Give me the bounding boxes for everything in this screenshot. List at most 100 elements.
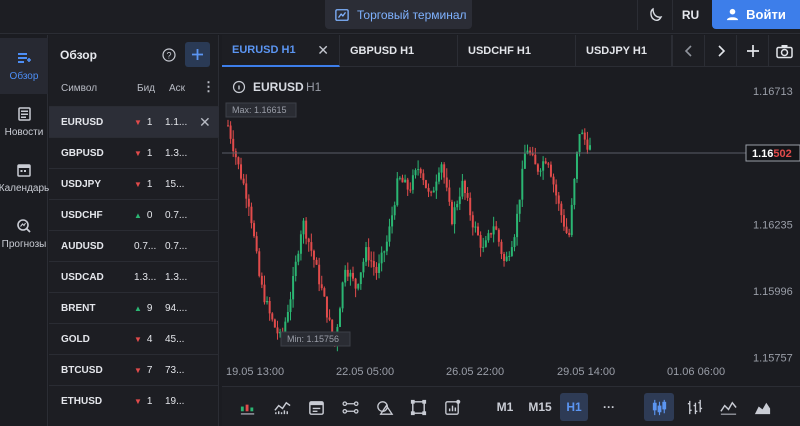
- trend-line-button[interactable]: [336, 393, 364, 421]
- candle-body: [357, 284, 360, 289]
- candle-body: [401, 177, 404, 183]
- login-button[interactable]: Войти: [712, 0, 800, 29]
- candle-body: [581, 132, 584, 135]
- y-axis-tick: 1.16713: [753, 86, 793, 98]
- shapes-button[interactable]: [370, 393, 398, 421]
- watchlist-row-usdjpy[interactable]: USDJPY ▼ 1 15...: [49, 168, 219, 199]
- candle-body: [539, 170, 542, 172]
- watchlist-row-gold[interactable]: GOLD ▼ 4 45...: [49, 323, 219, 354]
- candle-body: [445, 177, 448, 188]
- ask-value: 1.3...: [165, 148, 188, 159]
- down-arrow-icon: ▼: [134, 335, 142, 344]
- tab-usdchf-h1[interactable]: USDCHF H1: [458, 35, 576, 67]
- tab-label: EURUSD H1: [232, 44, 296, 56]
- timeframe-h1[interactable]: H1: [560, 393, 588, 421]
- remove-icon[interactable]: ✕: [199, 114, 211, 131]
- tab-eurusd-h1[interactable]: EURUSD H1 ✕: [222, 35, 340, 67]
- volume-button[interactable]: [234, 393, 262, 421]
- candle-body: [388, 226, 391, 242]
- candle-body: [477, 226, 480, 236]
- candle-body: [372, 261, 375, 267]
- add-chart-button[interactable]: [736, 35, 768, 67]
- candle-body: [411, 175, 414, 190]
- candle-body: [430, 191, 433, 193]
- candle-body: [229, 125, 232, 139]
- candle-body: [370, 260, 373, 262]
- bid-text: 0: [146, 210, 153, 221]
- symbol-name: BTCUSD: [61, 365, 103, 376]
- candle-body: [513, 237, 516, 248]
- ask-value: 1.3...: [165, 272, 188, 283]
- trading-terminal-button[interactable]: Торговый терминал: [325, 0, 472, 29]
- add-symbol-button[interactable]: [185, 42, 210, 67]
- timeframe-m1[interactable]: M1: [492, 393, 518, 421]
- watchlist-row-usdcad[interactable]: USDCAD 1.3... 1.3...: [49, 261, 219, 292]
- more-vertical-icon[interactable]: ⋮: [202, 79, 215, 95]
- area-chart-type-button[interactable]: [748, 393, 776, 421]
- bid-value: ▼ 1: [134, 148, 152, 159]
- language-button[interactable]: RU: [672, 0, 708, 30]
- more-timeframes-button[interactable]: ···: [596, 393, 622, 421]
- chart-settings-button[interactable]: [438, 393, 466, 421]
- indicators-button[interactable]: [268, 393, 296, 421]
- watchlist-row-audusd[interactable]: AUDUSD 0.7... 0.7...: [49, 230, 219, 261]
- tab-usdjpy-h1[interactable]: USDJPY H1: [576, 35, 672, 67]
- candle-body: [487, 233, 490, 241]
- candle-body: [552, 176, 555, 185]
- current-price-tail: 502: [773, 148, 791, 160]
- calendar-events-button[interactable]: [302, 393, 330, 421]
- candle-body: [440, 164, 443, 173]
- down-arrow-icon: ▼: [134, 149, 142, 158]
- candle-body: [240, 164, 243, 179]
- timeframe-m15[interactable]: M15: [524, 393, 556, 421]
- watchlist-row-btcusd[interactable]: BTCUSD ▼ 7 73...: [49, 354, 219, 385]
- watchlist-row-gbpusd[interactable]: GBPUSD ▼ 1 1.3...: [49, 137, 219, 168]
- nav-item-calendar[interactable]: Календарь: [0, 150, 49, 206]
- candle-body: [422, 173, 425, 181]
- ask-value: 15...: [165, 179, 185, 190]
- chart-window-icon: [335, 8, 349, 21]
- line-chart-type-button[interactable]: [714, 393, 742, 421]
- nav-item-forecasts[interactable]: Прогнозы: [0, 206, 48, 262]
- theme-toggle-button[interactable]: [637, 0, 671, 30]
- candle-body: [406, 179, 409, 190]
- nav-item-news[interactable]: Новости: [0, 94, 48, 150]
- candle-body: [258, 251, 261, 276]
- candle-body: [503, 253, 506, 261]
- watchlist-row-ethusd[interactable]: ETHUSD ▼ 1 19...: [49, 385, 219, 416]
- candlestick-chart[interactable]: EURUSD H1 Max: 1.16615 Min: 1.15756 1.16…: [222, 68, 800, 386]
- ask-value: 19...: [165, 396, 185, 407]
- candle-body: [245, 183, 248, 199]
- nav-item-overview[interactable]: Обзор: [0, 38, 48, 94]
- ask-value: 0.7...: [165, 241, 188, 252]
- down-arrow-icon: ▼: [134, 118, 142, 127]
- watchlist-row-brent[interactable]: BRENT ▲ 9 94....: [49, 292, 219, 323]
- candle-body: [234, 151, 237, 158]
- plus-icon: [192, 49, 203, 60]
- candle-body: [414, 170, 417, 176]
- shapes-icon: [376, 400, 393, 415]
- tab-gbpusd-h1[interactable]: GBPUSD H1: [340, 35, 458, 67]
- candle-body: [315, 259, 318, 265]
- tabs-next-button[interactable]: [704, 35, 736, 67]
- help-icon[interactable]: ?: [162, 48, 176, 62]
- left-navigation: Обзор Новости Календарь Прогнозы: [0, 35, 49, 426]
- candle-body: [320, 284, 323, 289]
- tab-label: GBPUSD H1: [350, 45, 415, 57]
- candle-body: [250, 206, 253, 224]
- column-bid: Бид: [137, 83, 155, 94]
- bars-chart-type-button[interactable]: [680, 393, 708, 421]
- price-chart[interactable]: EURUSD H1 Max: 1.16615 Min: 1.15756 1.16…: [222, 68, 800, 388]
- y-axis-tick: 1.16235: [753, 219, 793, 231]
- candle-body: [432, 190, 435, 193]
- user-icon: [727, 8, 739, 21]
- tabs-prev-button[interactable]: [672, 35, 704, 67]
- screenshot-button[interactable]: [768, 35, 800, 67]
- watchlist-row-usdchf[interactable]: USDCHF ▲ 0 0.7...: [49, 199, 219, 230]
- candles-chart-type-button[interactable]: [644, 393, 674, 421]
- watchlist-row-eurusd[interactable]: EURUSD ▼ 1 1.1... ✕: [49, 106, 219, 137]
- close-icon[interactable]: ✕: [317, 42, 329, 59]
- frame-tool-button[interactable]: [404, 393, 432, 421]
- candle-body: [404, 179, 407, 183]
- symbol-name: GOLD: [61, 334, 90, 345]
